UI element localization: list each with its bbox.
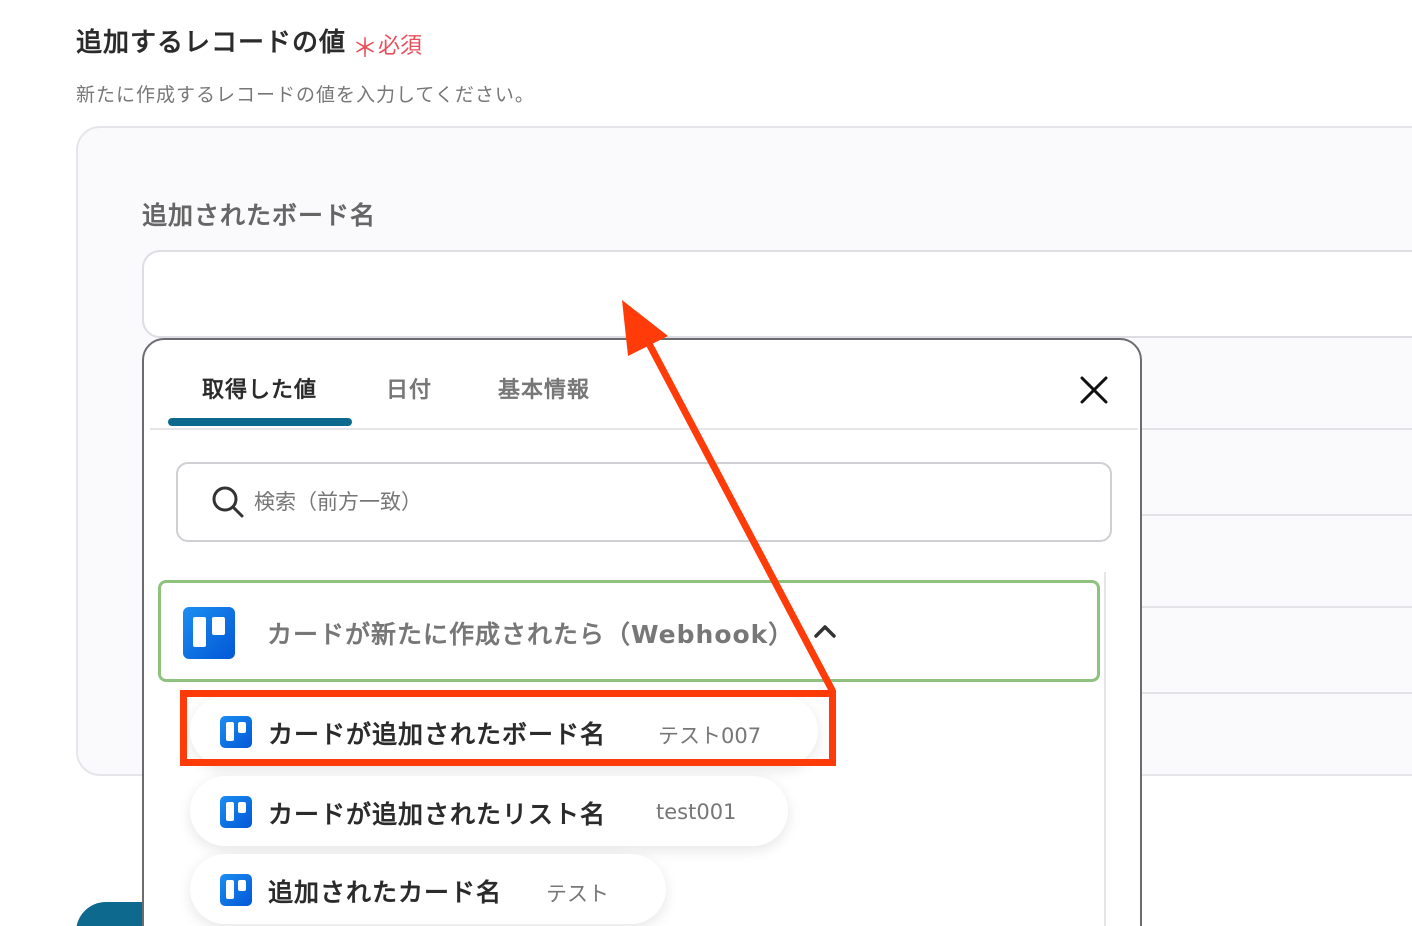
item-value: テスト007 — [658, 724, 762, 748]
tab-basic-info[interactable]: 基本情報 — [498, 372, 590, 404]
scrollbar[interactable] — [1104, 572, 1106, 926]
item-label: カードが追加されたリスト名 — [268, 800, 607, 829]
trello-icon — [220, 716, 252, 748]
required-label: 必須 — [378, 34, 423, 59]
trello-icon — [220, 796, 252, 828]
list-item-list-name[interactable]: カードが追加されたリスト名 test001 — [190, 776, 788, 846]
item-label: カードが追加されたボード名 — [268, 720, 607, 749]
list-item-board-name[interactable]: カードが追加されたボード名 テスト007 — [190, 696, 818, 766]
tab-date[interactable]: 日付 — [386, 372, 432, 404]
value-picker-dropdown: 取得した値 日付 基本情報 カードが新たに作成されたら（Webhook） カード… — [142, 338, 1142, 926]
section-title: 追加するレコードの値 — [76, 28, 347, 58]
group-title: カードが新たに作成されたら（Webhook） — [267, 620, 795, 649]
trello-icon — [183, 607, 235, 659]
search-box — [176, 462, 1112, 542]
list-item-card-name[interactable]: 追加されたカード名 テスト — [190, 854, 666, 924]
search-input[interactable] — [254, 478, 1074, 526]
field-divider — [1140, 692, 1412, 694]
item-value: テスト — [546, 882, 609, 906]
item-value: test001 — [656, 800, 737, 824]
field-label: 追加されたボード名 — [142, 201, 377, 230]
trello-icon — [220, 874, 252, 906]
tab-divider — [150, 428, 1138, 430]
board-name-input[interactable] — [142, 250, 1412, 338]
tab-acquired-values[interactable]: 取得した値 — [202, 372, 317, 404]
close-icon — [1080, 376, 1108, 404]
item-label: 追加されたカード名 — [268, 878, 503, 907]
active-tab-indicator — [168, 418, 352, 426]
field-divider — [1140, 428, 1412, 430]
required-asterisk: ＊ — [352, 34, 379, 64]
chevron-up-icon[interactable] — [813, 623, 837, 639]
field-divider — [1140, 514, 1412, 516]
trigger-group-header[interactable]: カードが新たに作成されたら（Webhook） — [158, 580, 1100, 682]
search-icon — [212, 486, 244, 518]
field-divider — [1140, 606, 1412, 608]
close-button[interactable] — [1074, 370, 1114, 410]
section-description: 新たに作成するレコードの値を入力してください。 — [76, 84, 535, 106]
bottom-button[interactable] — [76, 902, 142, 926]
